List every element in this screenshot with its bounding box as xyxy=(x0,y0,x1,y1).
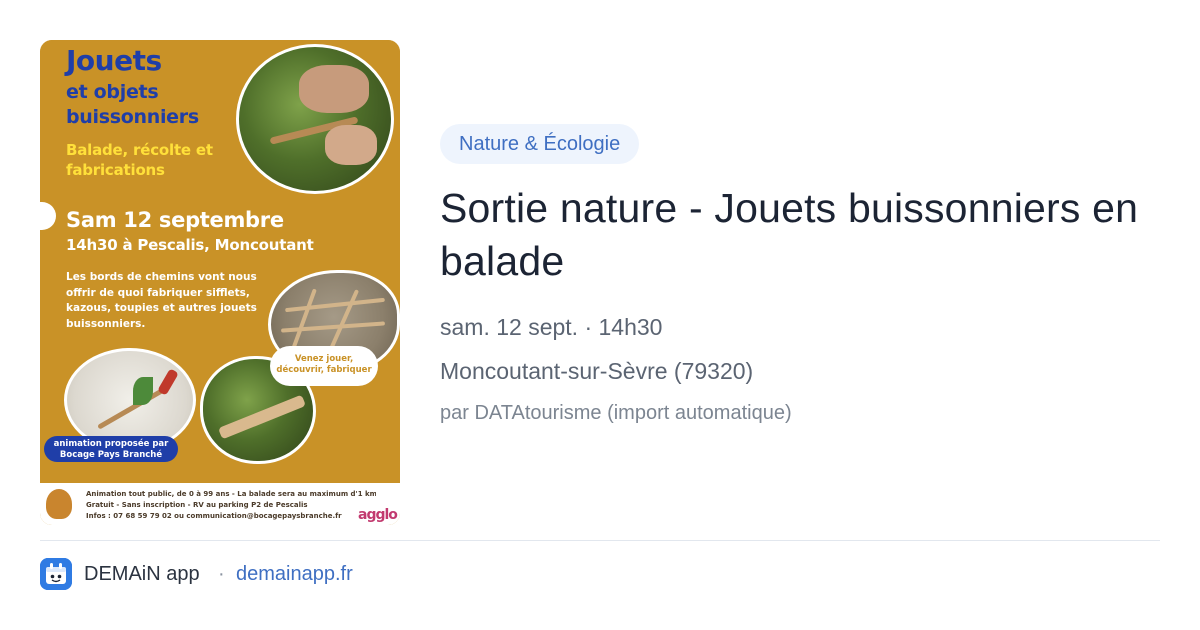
pruner-shape xyxy=(157,368,179,396)
leaf-shape xyxy=(133,377,153,405)
stick-shape xyxy=(218,394,306,440)
poster-footer-line: Animation tout public, de 0 à 99 ans - L… xyxy=(86,490,376,498)
app-name: DEMAiN app xyxy=(84,563,200,585)
agglo-logo: agglo xyxy=(358,507,398,523)
category-badge: Nature & Écologie xyxy=(440,124,640,164)
poster-footer-line: Gratuit - Sans inscription - RV au parki… xyxy=(86,501,308,509)
poster-footer-text: Animation tout public, de 0 à 99 ans - L… xyxy=(86,489,376,522)
event-poster-image: Jouets et objets buissonniers Balade, ré… xyxy=(40,40,400,525)
stick-shape xyxy=(326,289,360,355)
hand-shape xyxy=(325,125,377,165)
tree-logo-icon xyxy=(46,489,72,519)
event-title: Sortie nature - Jouets buissonniers en b… xyxy=(440,185,1139,284)
event-location: Moncoutant-sur-Sèvre (79320) xyxy=(440,358,754,384)
poster-tagline: Balade, récolte et fabrications xyxy=(66,141,213,179)
poster-photo-hands-carving xyxy=(236,44,394,194)
poster-time-place: 14h30 à Pescalis, Moncoutant xyxy=(66,236,314,254)
stick-shape xyxy=(285,297,385,313)
demain-app-icon xyxy=(40,558,72,590)
poster-organizer-badge: animation proposée par Bocage Pays Branc… xyxy=(44,436,178,462)
event-source: par DATAtourisme (import automatique) xyxy=(440,402,792,424)
poster-subtitle: et objets buissonniers xyxy=(66,81,199,128)
hand-shape xyxy=(299,65,369,113)
separator-dot: · xyxy=(218,563,225,585)
demain-app-icon-graphic xyxy=(40,558,72,590)
poster-footer: Animation tout public, de 0 à 99 ans - L… xyxy=(40,483,400,525)
poster-callout: Venez jouer, découvrir, fabriquer xyxy=(270,346,378,386)
poster-description: Les bords de chemins vont nous offrir de… xyxy=(66,271,257,330)
poster-title: Jouets xyxy=(66,44,162,77)
event-datetime: sam. 12 sept. · 14h30 xyxy=(440,314,663,340)
divider xyxy=(40,540,1160,541)
app-domain-link[interactable]: demainapp.fr xyxy=(236,563,353,586)
poster-footer-line: Infos : 07 68 59 79 02 ou communication@… xyxy=(86,512,342,520)
poster-date: Sam 12 septembre xyxy=(66,208,284,232)
